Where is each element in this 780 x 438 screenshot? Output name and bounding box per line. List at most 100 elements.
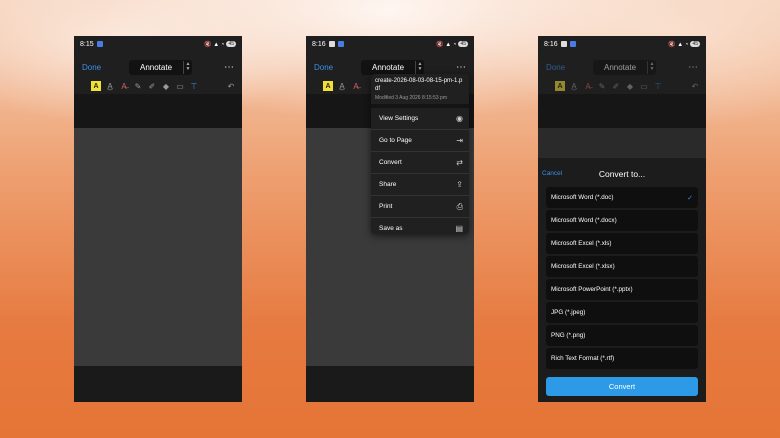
underline-text-icon[interactable]: A̲ — [337, 81, 347, 91]
underline-text-icon[interactable]: A̲ — [105, 81, 115, 91]
done-button[interactable]: Done — [82, 63, 101, 72]
menu-item-print[interactable]: Print ⎙ — [371, 196, 469, 218]
file-name: create-2026-08-03-08-15-pm-1.pdf — [375, 78, 463, 92]
status-bar: 8:16 🔇 ▲ ◔ 45 — [538, 36, 706, 52]
mode-selector[interactable]: Annotate ▲ ▼ — [593, 59, 656, 75]
format-option-label: Microsoft Excel (*.xls) — [551, 240, 612, 247]
annotation-toolbar: A A̲ A̶ ✎ ✐ ◆ ▭ ⊤ ↶ — [538, 78, 706, 94]
menu-item-label: Share — [379, 181, 397, 188]
strikethrough-text-icon[interactable]: A̶ — [119, 81, 129, 91]
menu-item-save-as[interactable]: Save as ▤ — [371, 218, 469, 234]
more-icon[interactable]: ⋯ — [456, 62, 466, 73]
phone-screen-2: 8:16 🔇 ▲ ◔ 45 Done Annotate ▲ ▼ ⋯ A A̲ A̶… — [306, 36, 474, 402]
format-option-label: JPG (*.jpeg) — [551, 309, 586, 316]
menu-item-label: Print — [379, 203, 393, 210]
battery-icon: 45 — [458, 41, 468, 47]
document-header-area — [538, 94, 706, 128]
status-icons: 🔇 ▲ ◔ 45 — [436, 41, 468, 48]
go-to-page-icon: ⇥ — [456, 136, 463, 145]
format-option-list: Microsoft Word (*.doc) ✓ Microsoft Word (… — [546, 187, 698, 371]
status-bar: 8:16 🔇 ▲ ◔ 45 — [306, 36, 474, 52]
comment-icon[interactable]: ▭ — [175, 81, 185, 91]
menu-item-convert[interactable]: Convert ⇄ — [371, 152, 469, 174]
more-icon[interactable]: ⋯ — [224, 62, 234, 73]
eye-icon: ◉ — [456, 114, 463, 123]
format-option-doc[interactable]: Microsoft Word (*.doc) ✓ — [546, 187, 698, 208]
save-as-icon: ▤ — [455, 224, 463, 233]
strikethrough-text-icon[interactable]: A̶ — [351, 81, 361, 91]
convert-sheet: Cancel Convert to... Microsoft Word (*.d… — [538, 158, 706, 402]
printer-icon: ⎙ — [456, 201, 463, 211]
format-option-xlsx[interactable]: Microsoft Excel (*.xlsx) — [546, 256, 698, 277]
highlight-text-icon[interactable]: A — [323, 81, 333, 91]
chevron-updown-icon: ▲ ▼ — [647, 60, 656, 74]
convert-button[interactable]: Convert — [546, 377, 698, 396]
mode-label: Annotate — [371, 62, 405, 72]
notification-icon — [337, 41, 344, 47]
textbox-icon[interactable]: ⊤ — [653, 81, 663, 91]
underline-text-icon[interactable]: A̲ — [569, 81, 579, 91]
done-button[interactable]: Done — [546, 63, 565, 72]
more-options-menu: create-2026-08-03-08-15-pm-1.pdf Modifie… — [371, 74, 469, 234]
eraser-icon[interactable]: ◆ — [161, 81, 171, 91]
highlighter-icon[interactable]: ✐ — [611, 81, 621, 91]
menu-item-label: Save as — [379, 225, 403, 232]
document-canvas[interactable] — [74, 128, 242, 366]
share-icon: ⇪ — [456, 180, 463, 189]
highlight-text-icon[interactable]: A — [91, 81, 101, 91]
menu-item-label: Convert — [379, 159, 402, 166]
phone-screen-3: 8:16 🔇 ▲ ◔ 45 Done Annotate ▲ ▼ ⋯ A A̲ A̶… — [538, 36, 706, 402]
strikethrough-text-icon[interactable]: A̶ — [583, 81, 593, 91]
format-option-jpeg[interactable]: JPG (*.jpeg) — [546, 302, 698, 323]
menu-item-go-to-page[interactable]: Go to Page ⇥ — [371, 130, 469, 152]
comment-icon[interactable]: ▭ — [639, 81, 649, 91]
status-bar: 8:15 🔇 ▲ ◔ 45 — [74, 36, 242, 52]
convert-icon: ⇄ — [456, 158, 463, 167]
menu-item-view-settings[interactable]: View Settings ◉ — [371, 108, 469, 130]
menu-item-label: Go to Page — [379, 137, 412, 144]
pen-icon[interactable]: ✎ — [133, 81, 143, 91]
done-button[interactable]: Done — [314, 63, 333, 72]
phone-screen-1: 8:15 🔇 ▲ ◔ 45 Done Annotate ▲ ▼ ⋯ A A̲ A̶… — [74, 36, 242, 402]
notification-icon — [96, 41, 103, 47]
file-modified-date: Modified 3 Aug 2026 8:15:53 pm — [375, 95, 447, 101]
status-icons: 🔇 ▲ ◔ 45 — [204, 41, 236, 48]
textbox-icon[interactable]: ⊤ — [189, 81, 199, 91]
highlight-text-icon[interactable]: A — [555, 81, 565, 91]
document-header-area — [74, 94, 242, 128]
more-icon[interactable]: ⋯ — [688, 62, 698, 73]
status-time: 8:15 — [80, 40, 94, 48]
format-option-pptx[interactable]: Microsoft PowerPoint (*.pptx) — [546, 279, 698, 300]
screenshot-icon — [560, 41, 567, 47]
screenshot-icon — [328, 41, 335, 47]
eraser-icon[interactable]: ◆ — [625, 81, 635, 91]
bottom-bar — [306, 366, 474, 402]
battery-icon: 45 — [226, 41, 236, 47]
format-option-label: Microsoft Word (*.doc) — [551, 194, 614, 201]
chevron-updown-icon: ▲ ▼ — [415, 60, 424, 74]
format-option-label: Rich Text Format (*.rtf) — [551, 355, 615, 362]
format-option-label: Microsoft Word (*.docx) — [551, 217, 617, 224]
highlighter-icon[interactable]: ✐ — [147, 81, 157, 91]
menu-item-share[interactable]: Share ⇪ — [371, 174, 469, 196]
mode-selector[interactable]: Annotate ▲ ▼ — [129, 59, 192, 75]
menu-item-label: View Settings — [379, 115, 419, 122]
checkmark-icon: ✓ — [687, 194, 693, 202]
format-option-docx[interactable]: Microsoft Word (*.docx) — [546, 210, 698, 231]
undo-icon[interactable]: ↶ — [690, 81, 700, 91]
dimmed-canvas — [538, 128, 706, 158]
battery-icon: 45 — [690, 41, 700, 47]
undo-icon[interactable]: ↶ — [226, 81, 236, 91]
mode-label: Annotate — [139, 62, 173, 72]
notification-icon — [569, 41, 576, 47]
sheet-title: Convert to... — [598, 169, 646, 179]
format-option-label: Microsoft Excel (*.xlsx) — [551, 263, 615, 270]
status-icons: 🔇 ▲ ◔ 45 — [668, 41, 700, 48]
chevron-updown-icon: ▲ ▼ — [183, 60, 192, 74]
pen-icon[interactable]: ✎ — [597, 81, 607, 91]
annotation-toolbar: A A̲ A̶ ✎ ✐ ◆ ▭ ⊤ ↶ — [74, 78, 242, 94]
format-option-rtf[interactable]: Rich Text Format (*.rtf) — [546, 348, 698, 369]
format-option-xls[interactable]: Microsoft Excel (*.xls) — [546, 233, 698, 254]
format-option-png[interactable]: PNG (*.png) — [546, 325, 698, 346]
mode-selector[interactable]: Annotate ▲ ▼ — [361, 59, 424, 75]
